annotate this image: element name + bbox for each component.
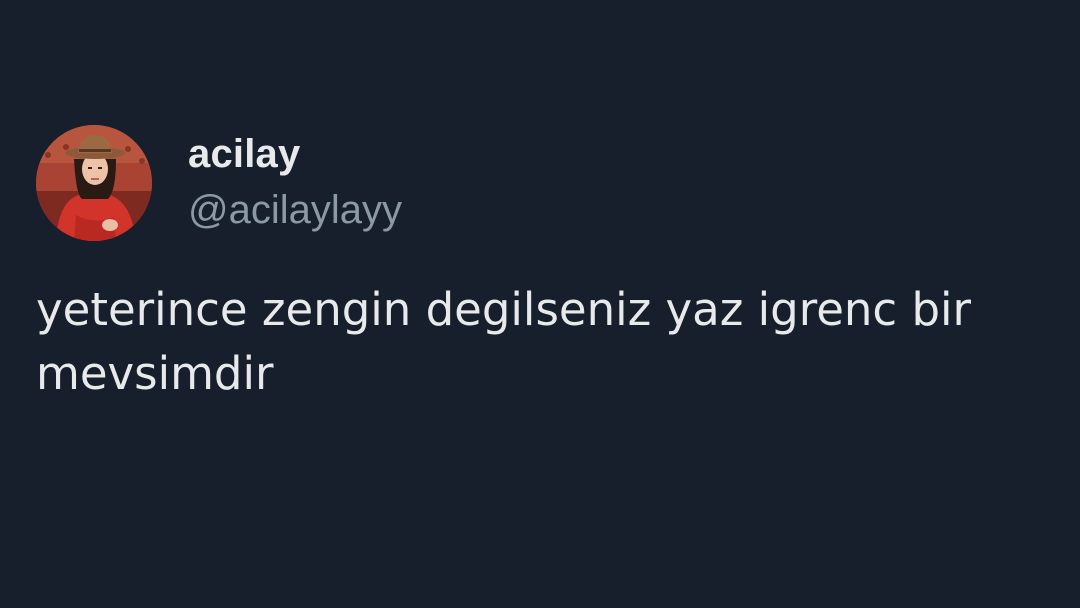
- tweet-text: yeterince zengin degilseniz yaz igrenc b…: [36, 283, 972, 400]
- display-name[interactable]: acilay: [188, 130, 300, 178]
- user-handle[interactable]: @acilaylayy: [188, 186, 402, 234]
- tweet-card: acilay @acilaylayy yeterince zengin degi…: [0, 0, 1080, 608]
- profile-photo-icon: [36, 125, 152, 241]
- avatar[interactable]: [36, 125, 152, 241]
